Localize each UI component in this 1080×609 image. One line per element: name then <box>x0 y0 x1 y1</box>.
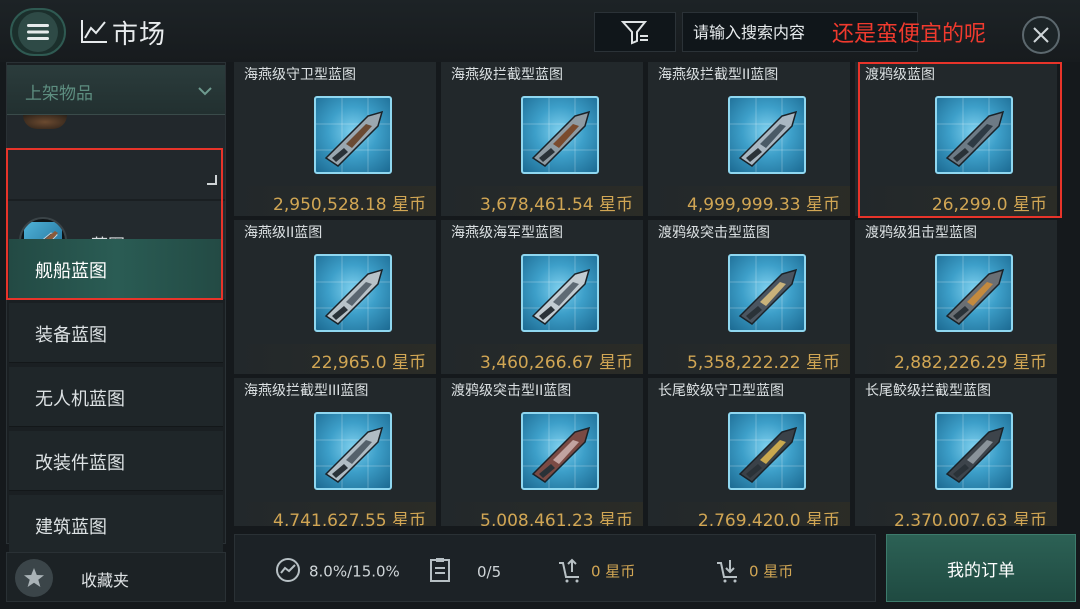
sidebar-item-label: 建筑蓝图 <box>35 517 107 538</box>
listing-name: 海燕级拦截型II蓝图 <box>658 67 779 83</box>
category-previous[interactable] <box>7 115 225 199</box>
ship-blueprint-icon <box>521 96 599 174</box>
page-title: 市场 <box>112 20 167 50</box>
sell-amount-stat: 0 星币 <box>557 557 635 587</box>
sidebar-item-label: 无人机蓝图 <box>35 389 125 410</box>
listing-price: 2,769,420.0 星币 <box>697 511 840 526</box>
sidebar-item-label: 舰船蓝图 <box>35 261 107 282</box>
listing-card[interactable]: 渡鸦级突击型蓝图 5,358,222.22 星币 <box>648 220 850 374</box>
star-icon <box>15 559 53 597</box>
listing-price: 4,741,627.55 星币 <box>273 511 426 526</box>
filter-button[interactable] <box>594 12 676 52</box>
listing-name: 海燕级守卫型蓝图 <box>244 67 356 83</box>
listing-card[interactable]: 海燕级拦截型蓝图 3,678,461.54 星币 <box>441 62 643 216</box>
favorites-label: 收藏夹 <box>81 571 130 590</box>
listing-price: 2,950,528.18 星币 <box>273 195 426 215</box>
listing-price: 5,358,222.22 星币 <box>687 353 840 373</box>
listing-name: 渡鸦级突击型蓝图 <box>658 225 770 241</box>
order-count-value: 0/5 <box>477 562 502 581</box>
ship-blueprint-icon <box>935 254 1013 332</box>
category-sidebar: 上架物品 蓝图 舰船蓝图 装备蓝图 无人机蓝图 改装件蓝图 建筑蓝图 <box>6 62 226 555</box>
listing-price: 22,965.0 星币 <box>310 353 426 373</box>
ship-blueprint-icon <box>728 254 806 332</box>
listing-card[interactable]: 海燕级守卫型蓝图 2,950,528.18 星币 <box>234 62 436 216</box>
listing-price: 2,882,226.29 星币 <box>894 353 1047 373</box>
corner-icon <box>207 175 217 185</box>
listing-card[interactable]: 海燕级II蓝图 22,965.0 星币 <box>234 220 436 374</box>
listing-name: 长尾鲛级守卫型蓝图 <box>658 383 784 399</box>
listing-card[interactable]: 渡鸦级狙击型蓝图 2,882,226.29 星币 <box>855 220 1057 374</box>
listing-type-dropdown[interactable]: 上架物品 <box>7 65 225 115</box>
ship-blueprint-icon <box>728 96 806 174</box>
sidebar-item-equipment-blueprint[interactable]: 装备蓝图 <box>9 303 223 363</box>
listing-price: 3,678,461.54 星币 <box>480 195 633 215</box>
listing-price: 2,370,007.63 星币 <box>894 511 1047 526</box>
buy-amount-stat: 0 星币 <box>715 557 793 587</box>
clipboard-icon <box>429 557 451 587</box>
annotation-text: 还是蛮便宜的呢 <box>832 22 987 47</box>
ship-blueprint-icon <box>935 96 1013 174</box>
order-summary-bar: 8.0%/15.0% 0/5 0 星币 0 星币 <box>234 534 876 602</box>
close-button[interactable] <box>1022 16 1060 54</box>
listing-name: 渡鸦级突击型II蓝图 <box>451 383 572 399</box>
ship-blueprint-icon <box>935 412 1013 490</box>
listing-name: 海燕级拦截型蓝图 <box>451 67 563 83</box>
menu-button[interactable] <box>10 8 66 56</box>
listing-name: 海燕级拦截型III蓝图 <box>244 383 369 399</box>
listing-card[interactable]: 海燕级拦截型III蓝图 4,741,627.55 星币 <box>234 378 436 526</box>
listing-name: 长尾鲛级拦截型蓝图 <box>865 383 991 399</box>
buy-amount-value: 0 星币 <box>749 562 794 581</box>
listing-card[interactable]: 长尾鲛级拦截型蓝图 2,370,007.63 星币 <box>855 378 1057 526</box>
tax-gauge-icon <box>275 557 301 587</box>
listing-name: 海燕级海军型蓝图 <box>451 225 563 241</box>
listing-card[interactable]: 渡鸦级突击型II蓝图 5,008,461.23 星币 <box>441 378 643 526</box>
my-orders-button[interactable]: 我的订单 <box>886 534 1076 602</box>
menu-icon <box>18 12 58 52</box>
ship-blueprint-icon <box>314 96 392 174</box>
order-count-stat: 0/5 <box>429 557 501 587</box>
ship-blueprint-icon <box>314 254 392 332</box>
filter-icon <box>621 21 648 45</box>
listing-name: 渡鸦级蓝图 <box>865 67 935 83</box>
listing-name: 渡鸦级狙击型蓝图 <box>865 225 977 241</box>
listing-price: 4,999,999.33 星币 <box>687 195 840 215</box>
listing-price: 26,299.0 星币 <box>931 195 1047 215</box>
ship-blueprint-icon <box>521 412 599 490</box>
ship-blueprint-icon <box>728 412 806 490</box>
sell-cart-icon <box>557 557 583 587</box>
ship-blueprint-icon <box>521 254 599 332</box>
listing-card[interactable]: 海燕级海军型蓝图 3,460,266.67 星币 <box>441 220 643 374</box>
sidebar-item-drone-blueprint[interactable]: 无人机蓝图 <box>9 367 223 427</box>
buy-cart-icon <box>715 557 741 587</box>
listing-grid: 海燕级守卫型蓝图 2,950,528.18 星币 海燕级拦截型蓝图 3,678,461… <box>234 62 1076 526</box>
sidebar-item-mod-blueprint[interactable]: 改装件蓝图 <box>9 431 223 491</box>
listing-card[interactable]: 长尾鲛级守卫型蓝图 2,769,420.0 星币 <box>648 378 850 526</box>
dropdown-label: 上架物品 <box>25 84 93 104</box>
favorites-button[interactable]: 收藏夹 <box>6 552 226 602</box>
close-icon <box>1033 27 1049 43</box>
sidebar-item-label: 装备蓝图 <box>35 325 107 346</box>
sidebar-item-ship-blueprint[interactable]: 舰船蓝图 <box>9 239 223 299</box>
listing-name: 海燕级II蓝图 <box>244 225 323 241</box>
listing-price: 5,008,461.23 星币 <box>480 511 633 526</box>
tax-rate-value: 8.0%/15.0% <box>309 562 400 581</box>
tax-rate-stat: 8.0%/15.0% <box>275 557 400 587</box>
sell-amount-value: 0 星币 <box>591 562 636 581</box>
item-thumbnail <box>23 115 67 129</box>
listing-price: 3,460,266.67 星币 <box>480 353 633 373</box>
listing-card[interactable]: 海燕级拦截型II蓝图 4,999,999.33 星币 <box>648 62 850 216</box>
sidebar-item-label: 改装件蓝图 <box>35 453 125 474</box>
chevron-down-icon <box>197 81 213 100</box>
ship-blueprint-icon <box>314 412 392 490</box>
top-bar: 市场 请输入搜索内容 还是蛮便宜的呢 <box>0 0 1080 62</box>
market-chart-icon <box>80 18 108 44</box>
sidebar-item-building-blueprint[interactable]: 建筑蓝图 <box>9 495 223 555</box>
listing-card[interactable]: 渡鸦级蓝图 26,299.0 星币 <box>855 62 1057 216</box>
